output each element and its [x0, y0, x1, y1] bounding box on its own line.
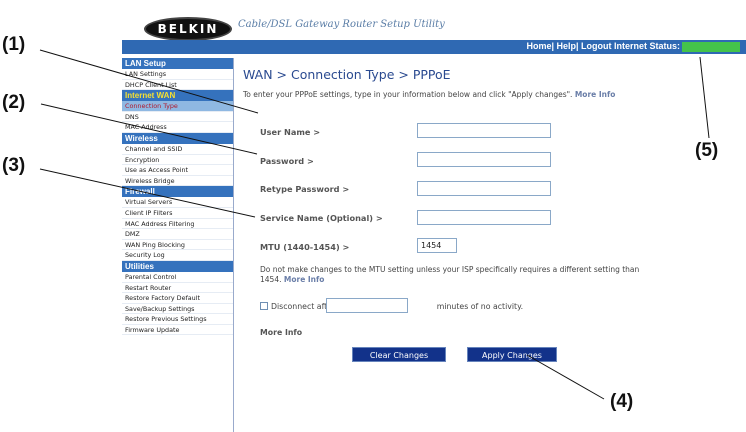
callout-3: (3) [2, 155, 26, 176]
callout-2: (2) [2, 92, 26, 113]
header: BELKIN Cable/DSL Gateway Router Setup Ut… [122, 0, 746, 58]
sidebar-item-encryption[interactable]: Encryption [122, 155, 233, 166]
sidebar-item-connection-type[interactable]: Connection Type [122, 101, 233, 112]
disconnect-minutes-input[interactable] [326, 298, 408, 313]
disconnect-suffix: minutes of no activity. [436, 302, 524, 311]
sidebar-item-firmware-update[interactable]: Firmware Update [122, 325, 233, 336]
password-input[interactable] [417, 152, 551, 167]
sidebar-item-parental-control[interactable]: Parental Control [122, 272, 233, 283]
sidebar-item-access-point[interactable]: Use as Access Point [122, 165, 233, 176]
user-name-label: User Name > [260, 127, 321, 137]
top-bar: Home| Help| Logout Internet Status: [122, 40, 746, 54]
callout-5: (5) [695, 140, 719, 161]
intro-more-info-link[interactable]: More Info [575, 90, 616, 99]
callout-4: (4) [610, 391, 634, 412]
page-title: WAN > Connection Type > PPPoE [243, 67, 451, 82]
top-links[interactable]: Home| Help| Logout Internet Status: [526, 41, 680, 51]
sidebar-item-restore-factory[interactable]: Restore Factory Default [122, 293, 233, 304]
service-name-input[interactable] [417, 210, 551, 225]
more-info-link[interactable]: More Info [260, 328, 302, 337]
sidebar-section-firewall[interactable]: Firewall [122, 186, 233, 198]
sidebar-section-internet-wan[interactable]: Internet WAN [122, 90, 233, 102]
intro-text-body: To enter your PPPoE settings, type in yo… [243, 90, 573, 99]
mtu-label: MTU (1440-1454) > [260, 242, 350, 252]
sidebar-item-restart-router[interactable]: Restart Router [122, 283, 233, 294]
sidebar-item-client-ip-filters[interactable]: Client IP Filters [122, 208, 233, 219]
disconnect-checkbox[interactable] [260, 302, 268, 310]
sidebar-item-wan-ping-blocking[interactable]: WAN Ping Blocking [122, 240, 233, 251]
mtu-note: Do not make changes to the MTU setting u… [260, 265, 660, 284]
callout-1: (1) [2, 34, 26, 55]
intro-text: To enter your PPPoE settings, type in yo… [243, 90, 648, 100]
mtu-more-info-link[interactable]: More Info [284, 275, 325, 284]
service-name-label: Service Name (Optional) > [260, 213, 383, 223]
sidebar: LAN Setup LAN Settings DHCP Client List … [122, 58, 234, 432]
sidebar-item-save-backup[interactable]: Save/Backup Settings [122, 304, 233, 315]
clear-changes-button[interactable]: Clear Changes [352, 347, 446, 362]
internet-status-indicator [682, 42, 740, 52]
sidebar-item-wireless-bridge[interactable]: Wireless Bridge [122, 176, 233, 187]
apply-changes-button[interactable]: Apply Changes [467, 347, 557, 362]
sidebar-section-wireless[interactable]: Wireless [122, 132, 233, 144]
belkin-logo: BELKIN [144, 17, 232, 41]
sidebar-item-restore-previous[interactable]: Restore Previous Settings [122, 314, 233, 325]
main-content: WAN > Connection Type > PPPoE To enter y… [240, 62, 746, 432]
disconnect-row: Disconnect after minutes of no activity. [260, 298, 524, 313]
retype-password-input[interactable] [417, 181, 551, 196]
sidebar-item-channel-ssid[interactable]: Channel and SSID [122, 144, 233, 155]
sidebar-item-dns[interactable]: DNS [122, 112, 233, 123]
sidebar-item-lan-settings[interactable]: LAN Settings [122, 69, 233, 80]
sidebar-item-security-log[interactable]: Security Log [122, 250, 233, 261]
app-title: Cable/DSL Gateway Router Setup Utility [238, 19, 445, 30]
sidebar-section-utilities[interactable]: Utilities [122, 260, 233, 272]
sidebar-item-mac-filtering[interactable]: MAC Address Filtering [122, 219, 233, 230]
sidebar-item-dhcp-client-list[interactable]: DHCP Client List [122, 80, 233, 91]
password-label: Password > [260, 156, 314, 166]
sidebar-item-dmz[interactable]: DMZ [122, 229, 233, 240]
mtu-input[interactable]: 1454 [417, 238, 457, 253]
sidebar-section-lan-setup[interactable]: LAN Setup [122, 58, 233, 69]
sidebar-item-virtual-servers[interactable]: Virtual Servers [122, 197, 233, 208]
user-name-input[interactable] [417, 123, 551, 138]
sidebar-item-mac-address[interactable]: MAC Address [122, 122, 233, 133]
retype-password-label: Retype Password > [260, 184, 350, 194]
